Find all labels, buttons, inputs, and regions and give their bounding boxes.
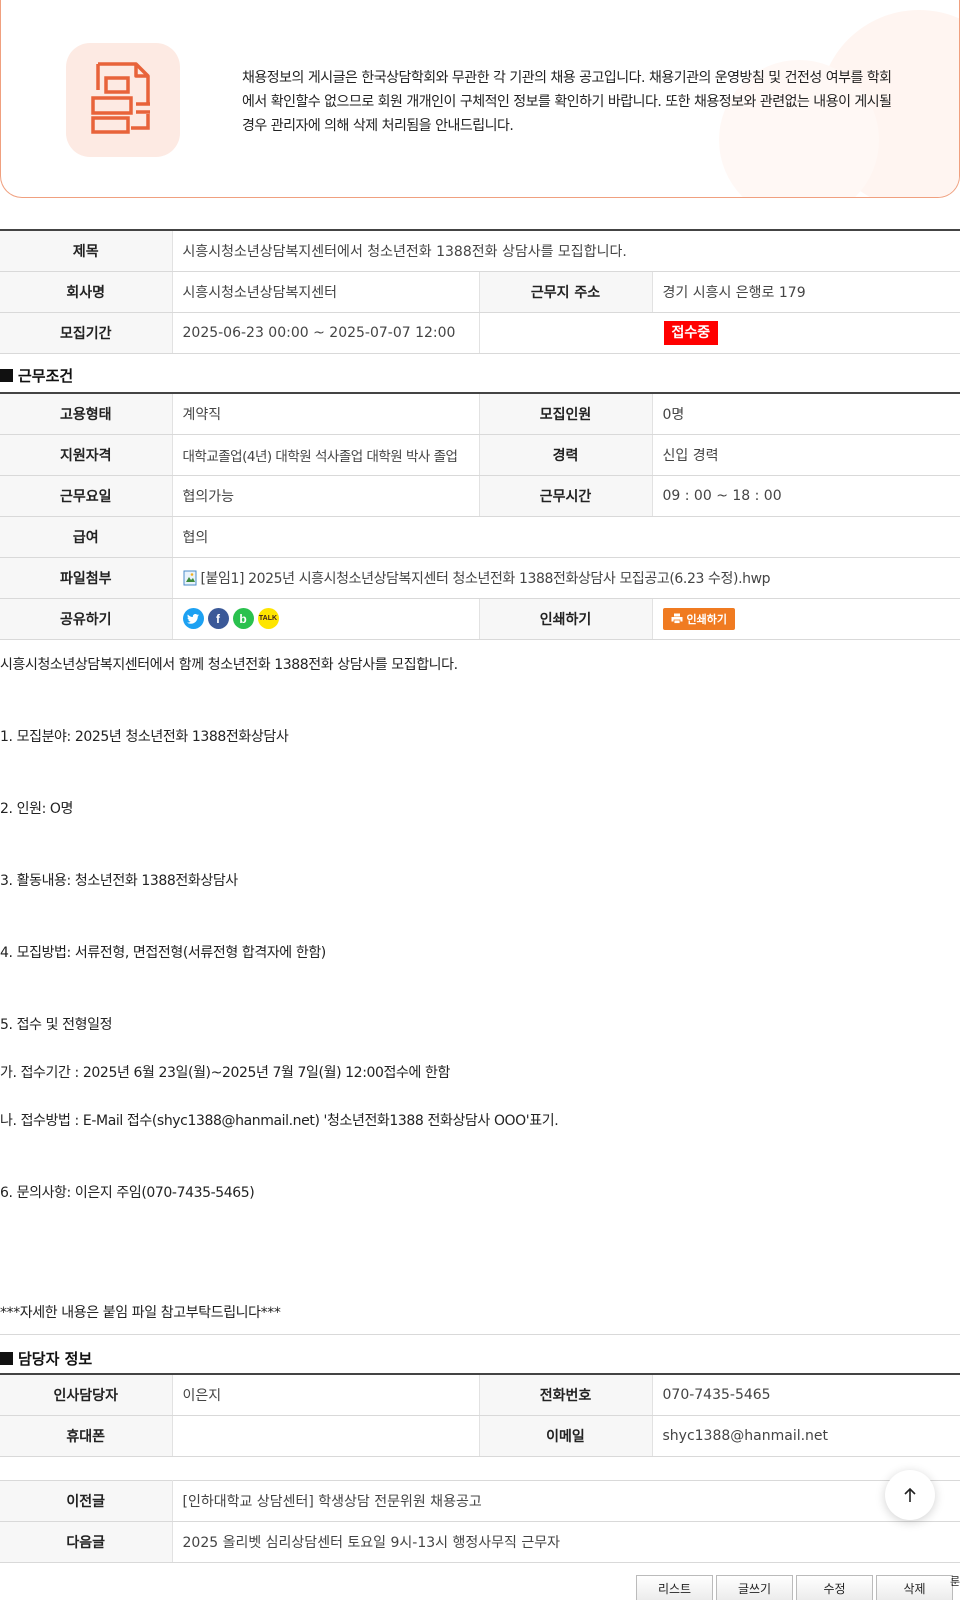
- section-title-text: 담당자 정보: [18, 1350, 93, 1368]
- notice-line: 에서 확인할수 없으므로 회원 개개인이 구체적인 정보를 확인하기 바랍니다.…: [242, 94, 892, 110]
- share-cell: f b TALK: [171, 598, 479, 640]
- headcount: 0명: [651, 393, 960, 435]
- post-info-table: 제목 시흥시청소년상담복지센터에서 청소년전화 1388전화 상담사를 모집합니…: [0, 229, 960, 354]
- status-cell: 접수중: [478, 312, 960, 354]
- employment-type: 계약직: [171, 393, 479, 435]
- divider: [0, 1334, 960, 1335]
- next-post-link[interactable]: 2025 올리벳 심리상담센터 토요일 9시-13시 행정사무직 근무자: [171, 1521, 960, 1563]
- phone-number: 070-7435-5465: [651, 1374, 960, 1416]
- mobile-label: 휴대폰: [0, 1415, 172, 1457]
- address-label: 근무지 주소: [478, 271, 652, 313]
- body-paragraph: 가. 접수기간 : 2025년 6월 23일(월)~2025년 7월 7일(월)…: [0, 1065, 450, 1081]
- section-title-conditions: 근무조건: [0, 365, 73, 386]
- hours-label: 근무시간: [478, 475, 652, 517]
- print-button-label: 인쇄하기: [686, 612, 727, 626]
- body-paragraph: 4. 모집방법: 서류전형, 면접전형(서류전형 합격자에 한함): [0, 945, 326, 961]
- table-row: 지원자격 대학교졸업(4년) 대학원 석사졸업 대학원 박사 졸업 경력 신입 …: [0, 434, 960, 476]
- table-row: 휴대폰 이메일 shyc1388@hanmail.net: [0, 1415, 960, 1457]
- notice-text: 채용정보의 게시글은 한국상담학회와 무관한 각 기관의 채용 공고입니다. 채…: [242, 66, 922, 138]
- work-hours: 09 : 00 ~ 18 : 00: [651, 475, 960, 517]
- status-badge: 접수중: [663, 320, 719, 345]
- notice-box: 채용정보의 게시글은 한국상담학회와 무관한 각 기관의 채용 공고입니다. 채…: [0, 0, 960, 198]
- table-row: 파일첨부 [붙임1] 2025년 시흥시청소년상담복지센터 청소년전화 1388…: [0, 557, 960, 599]
- table-row: 인사담당자 이은지 전화번호 070-7435-5465: [0, 1374, 960, 1416]
- body-paragraph: 시흥시청소년상담복지센터에서 함께 청소년전화 1388전화 상담사를 모집합니…: [0, 657, 458, 673]
- notice-line: 경우 관리자에 의해 삭제 처리됨을 안내드립니다.: [242, 118, 514, 134]
- conditions-table: 고용형태 계약직 모집인원 0명 지원자격 대학교졸업(4년) 대학원 석사졸업…: [0, 392, 960, 640]
- post-title: 시흥시청소년상담복지센터에서 청소년전화 1388전화 상담사를 모집합니다.: [171, 230, 960, 272]
- section-title-text: 근무조건: [18, 367, 74, 385]
- next-label: 다음글: [0, 1521, 172, 1563]
- company-label: 회사명: [0, 271, 172, 313]
- delete-button[interactable]: 삭제: [876, 1575, 953, 1600]
- prev-post-link[interactable]: [인하대학교 상담센터] 학생상담 전문위원 채용공고: [171, 1480, 960, 1522]
- mobile-number: [171, 1415, 479, 1457]
- body-paragraph: 5. 접수 및 전형일정: [0, 1017, 113, 1033]
- career-label: 경력: [478, 434, 652, 476]
- email-address: shyc1388@hanmail.net: [651, 1415, 960, 1457]
- body-paragraph: 3. 활동내용: 청소년전화 1388전화상담사: [0, 873, 238, 889]
- table-row: 이전글 [인하대학교 상담센터] 학생상담 전문위원 채용공고: [0, 1480, 960, 1522]
- table-row: 모집기간 2025-06-23 00:00 ~ 2025-07-07 12:00…: [0, 312, 960, 354]
- edit-button[interactable]: 수정: [796, 1575, 873, 1600]
- document-icon: [66, 43, 180, 157]
- contact-table: 인사담당자 이은지 전화번호 070-7435-5465 휴대폰 이메일 shy…: [0, 1373, 960, 1457]
- action-buttons: 리스트 글쓰기 수정 삭제: [636, 1575, 953, 1600]
- workdays-label: 근무요일: [0, 475, 172, 517]
- facebook-icon[interactable]: f: [207, 608, 229, 629]
- employment-type-label: 고용형태: [0, 393, 172, 435]
- salary-label: 급여: [0, 516, 172, 558]
- prev-next-table: 이전글 [인하대학교 상담센터] 학생상담 전문위원 채용공고 다음글 2025…: [0, 1480, 960, 1563]
- phone-label: 전화번호: [478, 1374, 652, 1416]
- table-row: 다음글 2025 올리벳 심리상담센터 토요일 9시-13시 행정사무직 근무자: [0, 1521, 960, 1563]
- table-row: 공유하기 f b TALK 인쇄하기 인쇄하기: [0, 598, 960, 640]
- hr-name: 이은지: [171, 1374, 479, 1416]
- file-cell: [붙임1] 2025년 시흥시청소년상담복지센터 청소년전화 1388전화상담사…: [171, 557, 960, 599]
- scroll-to-top-button[interactable]: [885, 1470, 935, 1520]
- write-button[interactable]: 글쓰기: [716, 1575, 793, 1600]
- period-label: 모집기간: [0, 312, 172, 354]
- table-row: 고용형태 계약직 모집인원 0명: [0, 393, 960, 435]
- table-row: 급여 협의: [0, 516, 960, 558]
- salary: 협의: [171, 516, 960, 558]
- title-label: 제목: [0, 230, 172, 272]
- print-cell: 인쇄하기: [651, 598, 960, 640]
- workdays: 협의가능: [171, 475, 479, 517]
- printer-icon: [671, 613, 682, 624]
- square-bullet-icon: [0, 369, 13, 382]
- company-name: 시흥시청소년상담복지센터: [171, 271, 479, 313]
- twitter-icon[interactable]: [182, 608, 204, 629]
- table-row: 근무요일 협의가능 근무시간 09 : 00 ~ 18 : 00: [0, 475, 960, 517]
- print-label: 인쇄하기: [478, 598, 652, 640]
- square-bullet-icon: [0, 1352, 13, 1365]
- qualification-label: 지원자격: [0, 434, 172, 476]
- body-paragraph: 6. 문의사항: 이은지 주임(070-7435-5465): [0, 1185, 255, 1201]
- band-icon[interactable]: b: [232, 608, 254, 629]
- headcount-label: 모집인원: [478, 393, 652, 435]
- section-title-contact: 담당자 정보: [0, 1348, 92, 1369]
- recruit-period: 2025-06-23 00:00 ~ 2025-07-07 12:00: [171, 312, 479, 354]
- hr-label: 인사담당자: [0, 1374, 172, 1416]
- body-paragraph: 2. 인원: O명: [0, 801, 74, 817]
- file-label: 파일첨부: [0, 557, 172, 599]
- clipped-text: 룬: [950, 1575, 960, 1588]
- share-label: 공유하기: [0, 598, 172, 640]
- kakaotalk-icon[interactable]: TALK: [257, 608, 279, 629]
- qualification: 대학교졸업(4년) 대학원 석사졸업 대학원 박사 졸업: [171, 434, 479, 476]
- attachment-link[interactable]: [붙임1] 2025년 시흥시청소년상담복지센터 청소년전화 1388전화상담사…: [201, 571, 771, 587]
- work-address: 경기 시흥시 은행로 179: [651, 271, 960, 313]
- career: 신입 경력: [651, 434, 960, 476]
- email-label: 이메일: [478, 1415, 652, 1457]
- body-paragraph: 나. 접수방법 : E-Mail 접수(shyc1388@hanmail.net…: [0, 1113, 559, 1129]
- table-row: 회사명 시흥시청소년상담복지센터 근무지 주소 경기 시흥시 은행로 179: [0, 271, 960, 313]
- print-button[interactable]: 인쇄하기: [662, 607, 735, 630]
- notice-line: 채용정보의 게시글은 한국상담학회와 무관한 각 기관의 채용 공고입니다. 채…: [242, 70, 892, 86]
- table-row: 제목 시흥시청소년상담복지센터에서 청소년전화 1388전화 상담사를 모집합니…: [0, 230, 960, 272]
- body-paragraph: ***자세한 내용은 붙임 파일 참고부탁드립니다***: [0, 1305, 281, 1321]
- prev-label: 이전글: [0, 1480, 172, 1522]
- file-icon: [183, 570, 196, 585]
- arrow-up-icon: [904, 1487, 916, 1502]
- list-button[interactable]: 리스트: [636, 1575, 713, 1600]
- body-paragraph: 1. 모집분야: 2025년 청소년전화 1388전화상담사: [0, 729, 289, 745]
